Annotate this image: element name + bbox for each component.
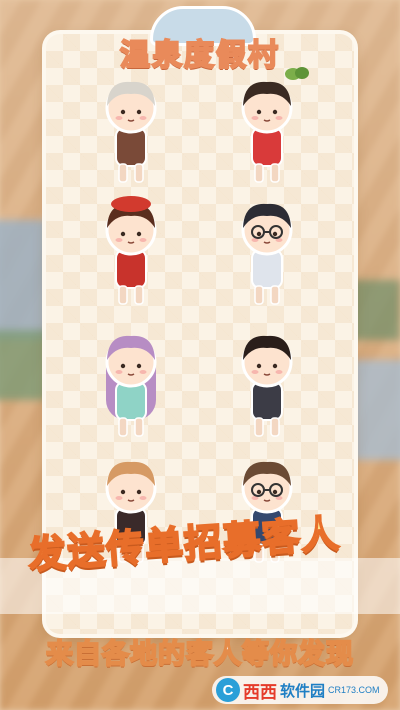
blurred-garden-left [0,330,50,400]
character-grandma [86,70,176,190]
character-glasses-man [222,192,312,312]
watermark-brand-red: 西西 [243,682,277,703]
watermark-brand-blue: 软件园 [280,681,326,700]
watermark-logo-icon: C [216,678,240,702]
watermark-domain: CR173.COM [328,685,380,695]
blurred-garden-right [350,280,400,340]
character-kimono-boy [222,324,312,444]
character-qipao-girl [222,70,312,190]
blurred-building-left [0,220,50,340]
game-title: 温泉度假村 [119,37,280,74]
slogan-guests: 来自各地的客人等你发现 [45,638,354,671]
site-watermark: C 西西 软件园 CR173.COM [212,676,388,704]
game-screen: 温泉度假村 发送传单招募客人 来自各地的客人等你发现 C 西西 软件园 CR17… [0,0,400,710]
character-beret-girl [86,192,176,312]
character-yukata-girl [86,324,176,444]
